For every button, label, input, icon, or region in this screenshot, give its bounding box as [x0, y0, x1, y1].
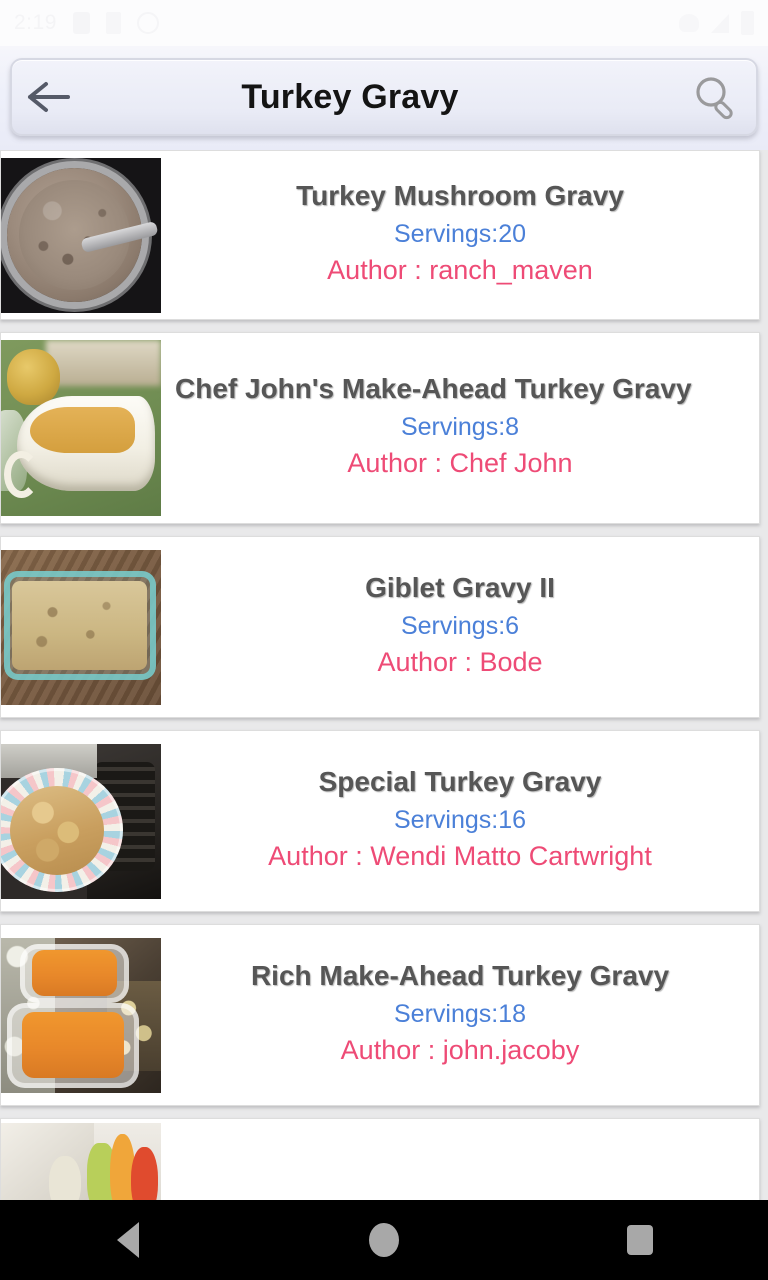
- saucepan-mushroom-gravy-photo: [1, 157, 161, 313]
- recipe-thumbnail: [1, 937, 161, 1093]
- recipe-meta: Special Turkey Gravy Servings:16 Author …: [161, 731, 759, 911]
- square-recents-icon: [627, 1225, 653, 1255]
- recipe-servings: Servings:8: [400, 413, 520, 442]
- recipe-title: Rich Make-Ahead Turkey Gravy: [250, 959, 670, 991]
- search-input[interactable]: Turkey Gravy: [86, 78, 674, 117]
- magnifier-icon: [696, 77, 733, 120]
- sd-card-icon: [105, 12, 121, 34]
- app-bar: Turkey Gravy: [0, 46, 768, 150]
- recipe-servings: Servings:6: [400, 612, 520, 641]
- search-bar[interactable]: Turkey Gravy: [10, 58, 758, 136]
- alarm-icon: [136, 12, 159, 34]
- search-button[interactable]: [674, 58, 756, 136]
- battery-icon: [741, 11, 754, 35]
- recipe-card[interactable]: [0, 1118, 760, 1200]
- recipe-thumbnail: [1, 743, 161, 899]
- recipe-servings: Servings:18: [393, 1000, 527, 1029]
- recipe-card[interactable]: Turkey Mushroom Gravy Servings:20 Author…: [0, 150, 760, 320]
- heart-icon: [679, 14, 699, 32]
- recipe-card[interactable]: Chef John's Make-Ahead Turkey Gravy Serv…: [0, 332, 760, 524]
- nav-back-button[interactable]: [68, 1200, 188, 1280]
- recipe-meta: Chef John's Make-Ahead Turkey Gravy Serv…: [161, 333, 759, 523]
- back-button[interactable]: [12, 58, 86, 136]
- nav-home-button[interactable]: [324, 1200, 444, 1280]
- sim-icon: [72, 12, 90, 34]
- glass-dish-gravy-photo: [1, 549, 161, 705]
- status-bar-right: [679, 11, 754, 35]
- recipe-thumbnail: [1, 157, 161, 313]
- circle-home-icon: [369, 1223, 399, 1257]
- status-time: 2:19: [14, 11, 57, 34]
- status-bar-left: 2:19: [14, 11, 159, 35]
- arrow-left-icon: [28, 82, 70, 112]
- gravy-boat-photo: [1, 340, 161, 516]
- recipe-author: Author : Chef John: [347, 447, 573, 478]
- recipe-list[interactable]: Turkey Mushroom Gravy Servings:20 Author…: [0, 150, 768, 1200]
- recipe-servings: Servings:16: [393, 806, 527, 835]
- app-screen: 2:19 Turkey Gravy Turkey Mushroom Gravy …: [0, 0, 768, 1280]
- recipe-meta: Turkey Mushroom Gravy Servings:20 Author…: [161, 151, 759, 319]
- android-navigation-bar: [0, 1200, 768, 1280]
- recipe-meta: [161, 1119, 759, 1200]
- signal-icon: [711, 13, 729, 33]
- striped-bowl-gravy-photo: [1, 743, 161, 899]
- recipe-title: Giblet Gravy II: [365, 571, 555, 603]
- recipe-author: Author : john.jacoby: [340, 1034, 580, 1065]
- recipe-thumbnail: [1, 549, 161, 705]
- recipe-title: Special Turkey Gravy: [318, 765, 602, 797]
- recipe-author: Author : Bode: [377, 646, 543, 677]
- recipe-meta: Giblet Gravy II Servings:6 Author : Bode: [161, 537, 759, 717]
- recipe-author: Author : Wendi Matto Cartwright: [268, 840, 652, 871]
- status-bar: 2:19: [0, 0, 768, 46]
- recipe-servings: Servings:20: [393, 220, 527, 249]
- recipe-thumbnail: [1, 1123, 161, 1200]
- triangle-back-icon: [117, 1222, 139, 1258]
- recipe-card[interactable]: Special Turkey Gravy Servings:16 Author …: [0, 730, 760, 912]
- recipe-meta: Rich Make-Ahead Turkey Gravy Servings:18…: [161, 925, 759, 1105]
- recipe-author: Author : ranch_maven: [327, 254, 593, 285]
- plastic-containers-gravy-photo: [1, 937, 161, 1093]
- nav-recents-button[interactable]: [580, 1200, 700, 1280]
- recipe-title: Chef John's Make-Ahead Turkey Gravy: [175, 372, 692, 404]
- recipe-thumbnail: [1, 340, 161, 516]
- vegetable-plate-photo: [1, 1123, 161, 1200]
- recipe-title: Turkey Mushroom Gravy: [296, 179, 624, 211]
- recipe-card[interactable]: Rich Make-Ahead Turkey Gravy Servings:18…: [0, 924, 760, 1106]
- recipe-card[interactable]: Giblet Gravy II Servings:6 Author : Bode: [0, 536, 760, 718]
